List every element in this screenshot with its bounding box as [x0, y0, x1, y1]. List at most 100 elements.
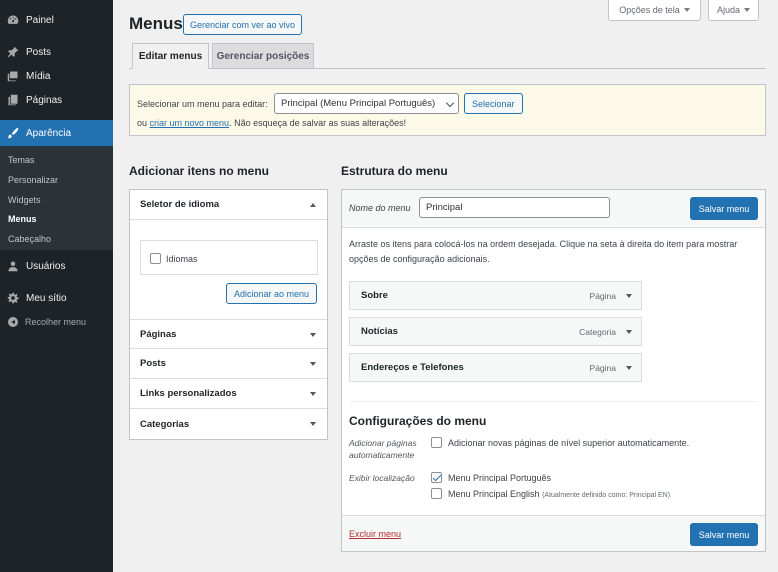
media-icon [6, 69, 20, 83]
tab-manage-locations[interactable]: Gerenciar posições [212, 43, 314, 69]
add-items-title: Adicionar itens no menu [129, 164, 270, 178]
manage-live-button[interactable]: Gerenciar com ver ao vivo [183, 14, 303, 35]
collapse-label: Recolher menu [25, 317, 87, 327]
submenu-temas[interactable]: Temas [8, 155, 35, 165]
users-icon [6, 259, 20, 273]
language-selector-header[interactable]: Seletor de idioma [130, 190, 327, 220]
auto-add-checkbox[interactable] [431, 437, 442, 448]
auto-add-label: Adicionar páginas automaticamente [349, 438, 417, 460]
display-location-label: Exibir localização [349, 473, 415, 483]
menu-name-label: Nome do menu [349, 203, 411, 213]
paintbrush-icon [6, 126, 20, 140]
arrow-down-icon [310, 362, 316, 366]
sidebar-item-label: Aparência [26, 127, 72, 139]
collapse-arrow-icon [8, 317, 18, 327]
admin-sidebar: Painel Posts Mídia Páginas Aparência Tem… [0, 0, 113, 572]
help-button[interactable]: Ajuda [708, 0, 759, 21]
arrow-down-icon[interactable] [626, 366, 632, 370]
languages-label: Idiomas [166, 254, 198, 264]
appearance-submenu: Temas Personalizar Widgets Menus Cabeçal… [0, 146, 113, 250]
delete-menu-link[interactable]: Excluir menu [349, 529, 401, 539]
menu-item-title: Sobre [361, 290, 388, 301]
save-menu-button-top[interactable]: Salvar menu [690, 197, 758, 220]
create-new-menu-link[interactable]: criar um novo menu [150, 118, 230, 128]
collapse-menu-button[interactable]: Recolher menu [0, 313, 113, 331]
arrow-down-icon[interactable] [626, 330, 632, 334]
sidebar-item-usuarios[interactable]: Usuários [0, 254, 113, 278]
section-custom-links[interactable]: Links personalizados [130, 379, 327, 409]
menu-footer: Excluir menu Salvar menu [342, 515, 765, 551]
menu-name-input[interactable]: Principal [419, 197, 610, 218]
drag-instructions: Arraste os itens para colocá-los na orde… [349, 239, 738, 264]
sidebar-item-paginas[interactable]: Páginas [0, 88, 113, 112]
location-pt-checkbox[interactable] [431, 472, 442, 483]
create-menu-prefix: ou [137, 118, 148, 128]
submenu-menus[interactable]: Menus [8, 214, 37, 224]
menu-structure-title: Estrutura do menu [341, 164, 448, 178]
language-selector-label: Seletor de idioma [140, 199, 220, 210]
submenu-widgets[interactable]: Widgets [8, 195, 41, 205]
arrow-down-icon [310, 333, 316, 337]
menu-item-type: Página [589, 290, 616, 301]
chevron-down-icon [445, 98, 455, 108]
screen-options-label: Opções de tela [619, 5, 680, 15]
submenu-cabecalho[interactable]: Cabeçalho [8, 234, 51, 244]
sidebar-item-label: Usuários [26, 260, 66, 272]
sidebar-item-midia[interactable]: Mídia [0, 64, 113, 88]
arrow-down-icon [310, 422, 316, 426]
location-en-label: Menu Principal English [448, 489, 540, 499]
menu-item-type: Categoria [579, 326, 616, 337]
sidebar-item-label: Mídia [26, 70, 51, 82]
sidebar-item-label: Páginas [26, 94, 63, 106]
select-button[interactable]: Selecionar [464, 93, 523, 114]
menu-select-value: Principal (Menu Principal Português) [281, 98, 436, 109]
menu-select-dropdown[interactable]: Principal (Menu Principal Português) [274, 93, 459, 114]
section-categorias[interactable]: Categorias [130, 409, 327, 439]
dashboard-icon [6, 13, 20, 27]
section-label: Páginas [140, 328, 177, 340]
menu-settings-title: Configurações do menu [349, 414, 487, 428]
location-en-checkbox[interactable] [431, 488, 442, 499]
sidebar-item-painel[interactable]: Painel [0, 8, 113, 32]
add-to-menu-button[interactable]: Adicionar ao menu [226, 283, 318, 304]
menu-item-entry[interactable]: Endereços e Telefones Página [349, 353, 642, 382]
sidebar-item-aparencia[interactable]: Aparência [0, 120, 113, 146]
page-title: Menus [129, 14, 183, 33]
sidebar-item-label: Posts [26, 46, 52, 58]
section-label: Posts [140, 358, 166, 369]
add-items-panel: Seletor de idioma Idiomas Adicionar ao m… [129, 189, 328, 440]
section-paginas[interactable]: Páginas [130, 319, 327, 349]
screen-options-button[interactable]: Opções de tela [608, 0, 701, 21]
save-reminder: . Não esqueça de salvar as suas alteraçõ… [229, 118, 407, 128]
section-label: Links personalizados [140, 388, 237, 399]
arrow-up-icon [310, 203, 316, 207]
caret-down-icon [683, 8, 690, 12]
sidebar-item-label: Painel [26, 14, 54, 26]
submenu-personalizar[interactable]: Personalizar [8, 175, 58, 185]
section-posts[interactable]: Posts [130, 349, 327, 379]
pages-icon [6, 93, 20, 107]
languages-checkbox[interactable] [150, 253, 161, 264]
menu-item-title: Endereços e Telefones [361, 362, 464, 373]
arrow-down-icon[interactable] [626, 294, 632, 298]
sidebar-item-label: Meu sítio [26, 292, 67, 304]
location-en-text: Menu Principal English (Atualmente defin… [448, 489, 670, 499]
location-pt-label: Menu Principal Português [448, 473, 552, 483]
arrow-down-icon [310, 392, 316, 396]
menu-name-bar: Nome do menu Principal Salvar menu [342, 190, 765, 228]
menu-item-entry[interactable]: Sobre Página [349, 281, 642, 310]
section-divider [349, 401, 758, 402]
tab-edit-menus[interactable]: Editar menus [132, 43, 209, 69]
sidebar-item-posts[interactable]: Posts [0, 40, 113, 64]
auto-add-text: Adicionar novas páginas de nível superio… [448, 438, 690, 448]
menu-item-entry[interactable]: Notícias Categoria [349, 317, 642, 346]
menu-item-title: Notícias [361, 326, 398, 337]
gear-icon [6, 291, 20, 305]
save-menu-button-bottom[interactable]: Salvar menu [690, 523, 758, 546]
section-label: Categorias [140, 418, 190, 430]
menu-item-type: Página [589, 362, 616, 373]
location-en-note: (Atualmente definido como: Principal EN) [542, 492, 671, 499]
help-label: Ajuda [716, 5, 741, 15]
sidebar-item-meu-sitio[interactable]: Meu sítio [0, 286, 113, 310]
caret-down-icon [744, 8, 751, 12]
